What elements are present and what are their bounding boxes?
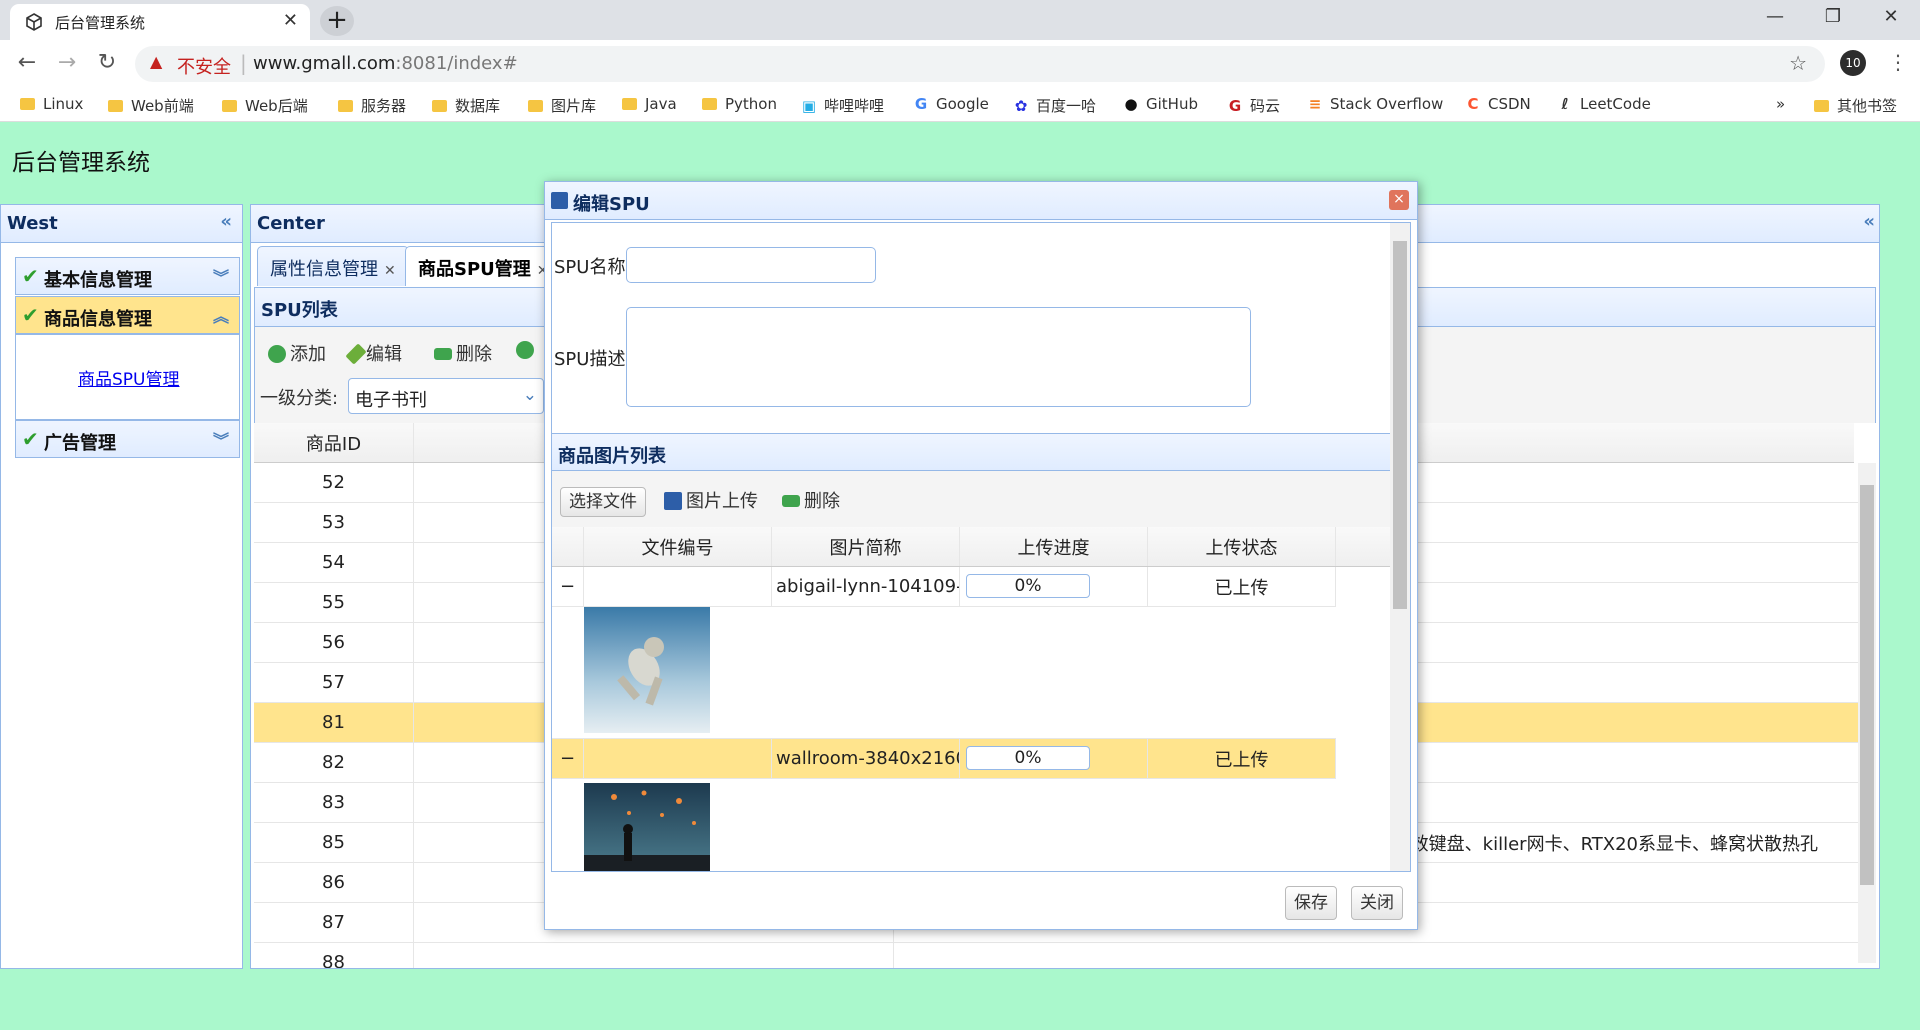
header-file-no[interactable]: 文件编号 bbox=[584, 527, 772, 566]
image-preview-row bbox=[552, 607, 1336, 739]
file-no-cell bbox=[584, 567, 772, 606]
goods-id-cell: 86 bbox=[254, 863, 414, 902]
scrollbar-thumb[interactable] bbox=[1860, 485, 1874, 885]
dialog-close-button[interactable]: × bbox=[1389, 190, 1409, 210]
goods-name-cell bbox=[414, 943, 894, 968]
dialog-scrollbar[interactable] bbox=[1390, 223, 1410, 871]
save-disk-icon bbox=[664, 492, 682, 510]
save-disk-icon bbox=[551, 192, 568, 209]
image-row[interactable]: − abigail-lynn-104109-u 0% 已上传 bbox=[552, 567, 1336, 607]
goods-id-cell: 81 bbox=[254, 703, 414, 742]
goods-id-cell: 85 bbox=[254, 823, 414, 862]
close-dialog-button[interactable]: 关闭 bbox=[1351, 886, 1403, 920]
progress-cell: 0% bbox=[960, 567, 1148, 606]
grid-scrollbar[interactable] bbox=[1858, 463, 1876, 963]
dialog-title: 编辑SPU bbox=[573, 194, 650, 215]
image-list-header: 商品图片列表 bbox=[552, 433, 1390, 471]
image-name-cell: abigail-lynn-104109-u bbox=[772, 567, 960, 606]
header-image-name[interactable]: 图片简称 bbox=[772, 527, 960, 566]
goods-id-cell: 52 bbox=[254, 463, 414, 502]
goods-id-cell: 54 bbox=[254, 543, 414, 582]
spu-desc-textarea[interactable] bbox=[626, 307, 1251, 407]
goods-id-cell: 83 bbox=[254, 783, 414, 822]
row-toggle-icon[interactable]: − bbox=[552, 739, 584, 778]
upload-progress-bar: 0% bbox=[966, 574, 1090, 598]
goods-desc-cell bbox=[894, 943, 1858, 968]
dialog-header: 编辑SPU × bbox=[545, 182, 1417, 220]
dialog-body: SPU名称 SPU描述 商品图片列表 选择文件 图片上传 删除 文件编号 图片简… bbox=[551, 222, 1411, 872]
file-no-cell bbox=[584, 739, 772, 778]
goods-id-cell: 82 bbox=[254, 743, 414, 782]
status-cell: 已上传 bbox=[1148, 739, 1336, 778]
image-row[interactable]: − wallroom-3840x2160- 0% 已上传 bbox=[552, 739, 1336, 779]
goods-id-cell: 55 bbox=[254, 583, 414, 622]
spu-desc-label: SPU描述 bbox=[554, 349, 626, 370]
upload-button[interactable]: 图片上传 bbox=[664, 487, 758, 513]
dialog-footer: 保存 关闭 bbox=[545, 874, 1417, 930]
scrollbar-thumb[interactable] bbox=[1393, 241, 1407, 609]
spu-name-label: SPU名称 bbox=[554, 257, 626, 278]
goods-id-cell: 88 bbox=[254, 943, 414, 968]
header-upload-status[interactable]: 上传状态 bbox=[1148, 527, 1336, 566]
spu-name-input[interactable] bbox=[626, 247, 876, 283]
header-toggle bbox=[552, 527, 584, 566]
minus-icon bbox=[782, 495, 800, 507]
header-upload-progress[interactable]: 上传进度 bbox=[960, 527, 1148, 566]
edit-spu-dialog: 编辑SPU × SPU名称 SPU描述 商品图片列表 选择文件 图片上传 删除 … bbox=[544, 181, 1418, 930]
image-preview-row bbox=[552, 779, 1336, 871]
table-row[interactable]: 88 bbox=[254, 943, 1858, 968]
goods-id-cell: 53 bbox=[254, 503, 414, 542]
astronaut-image bbox=[584, 607, 710, 733]
image-grid-header: 文件编号 图片简称 上传进度 上传状态 bbox=[552, 527, 1390, 567]
lanterns-image bbox=[584, 783, 710, 871]
save-button[interactable]: 保存 bbox=[1285, 886, 1337, 920]
row-toggle-icon[interactable]: − bbox=[552, 567, 584, 606]
progress-cell: 0% bbox=[960, 739, 1148, 778]
choose-file-button[interactable]: 选择文件 bbox=[560, 487, 646, 517]
goods-id-cell: 87 bbox=[254, 903, 414, 942]
goods-id-cell: 57 bbox=[254, 663, 414, 702]
image-name-cell: wallroom-3840x2160- bbox=[772, 739, 960, 778]
upload-progress-bar: 0% bbox=[966, 746, 1090, 770]
status-cell: 已上传 bbox=[1148, 567, 1336, 606]
image-delete-button[interactable]: 删除 bbox=[782, 487, 840, 513]
goods-id-cell: 56 bbox=[254, 623, 414, 662]
